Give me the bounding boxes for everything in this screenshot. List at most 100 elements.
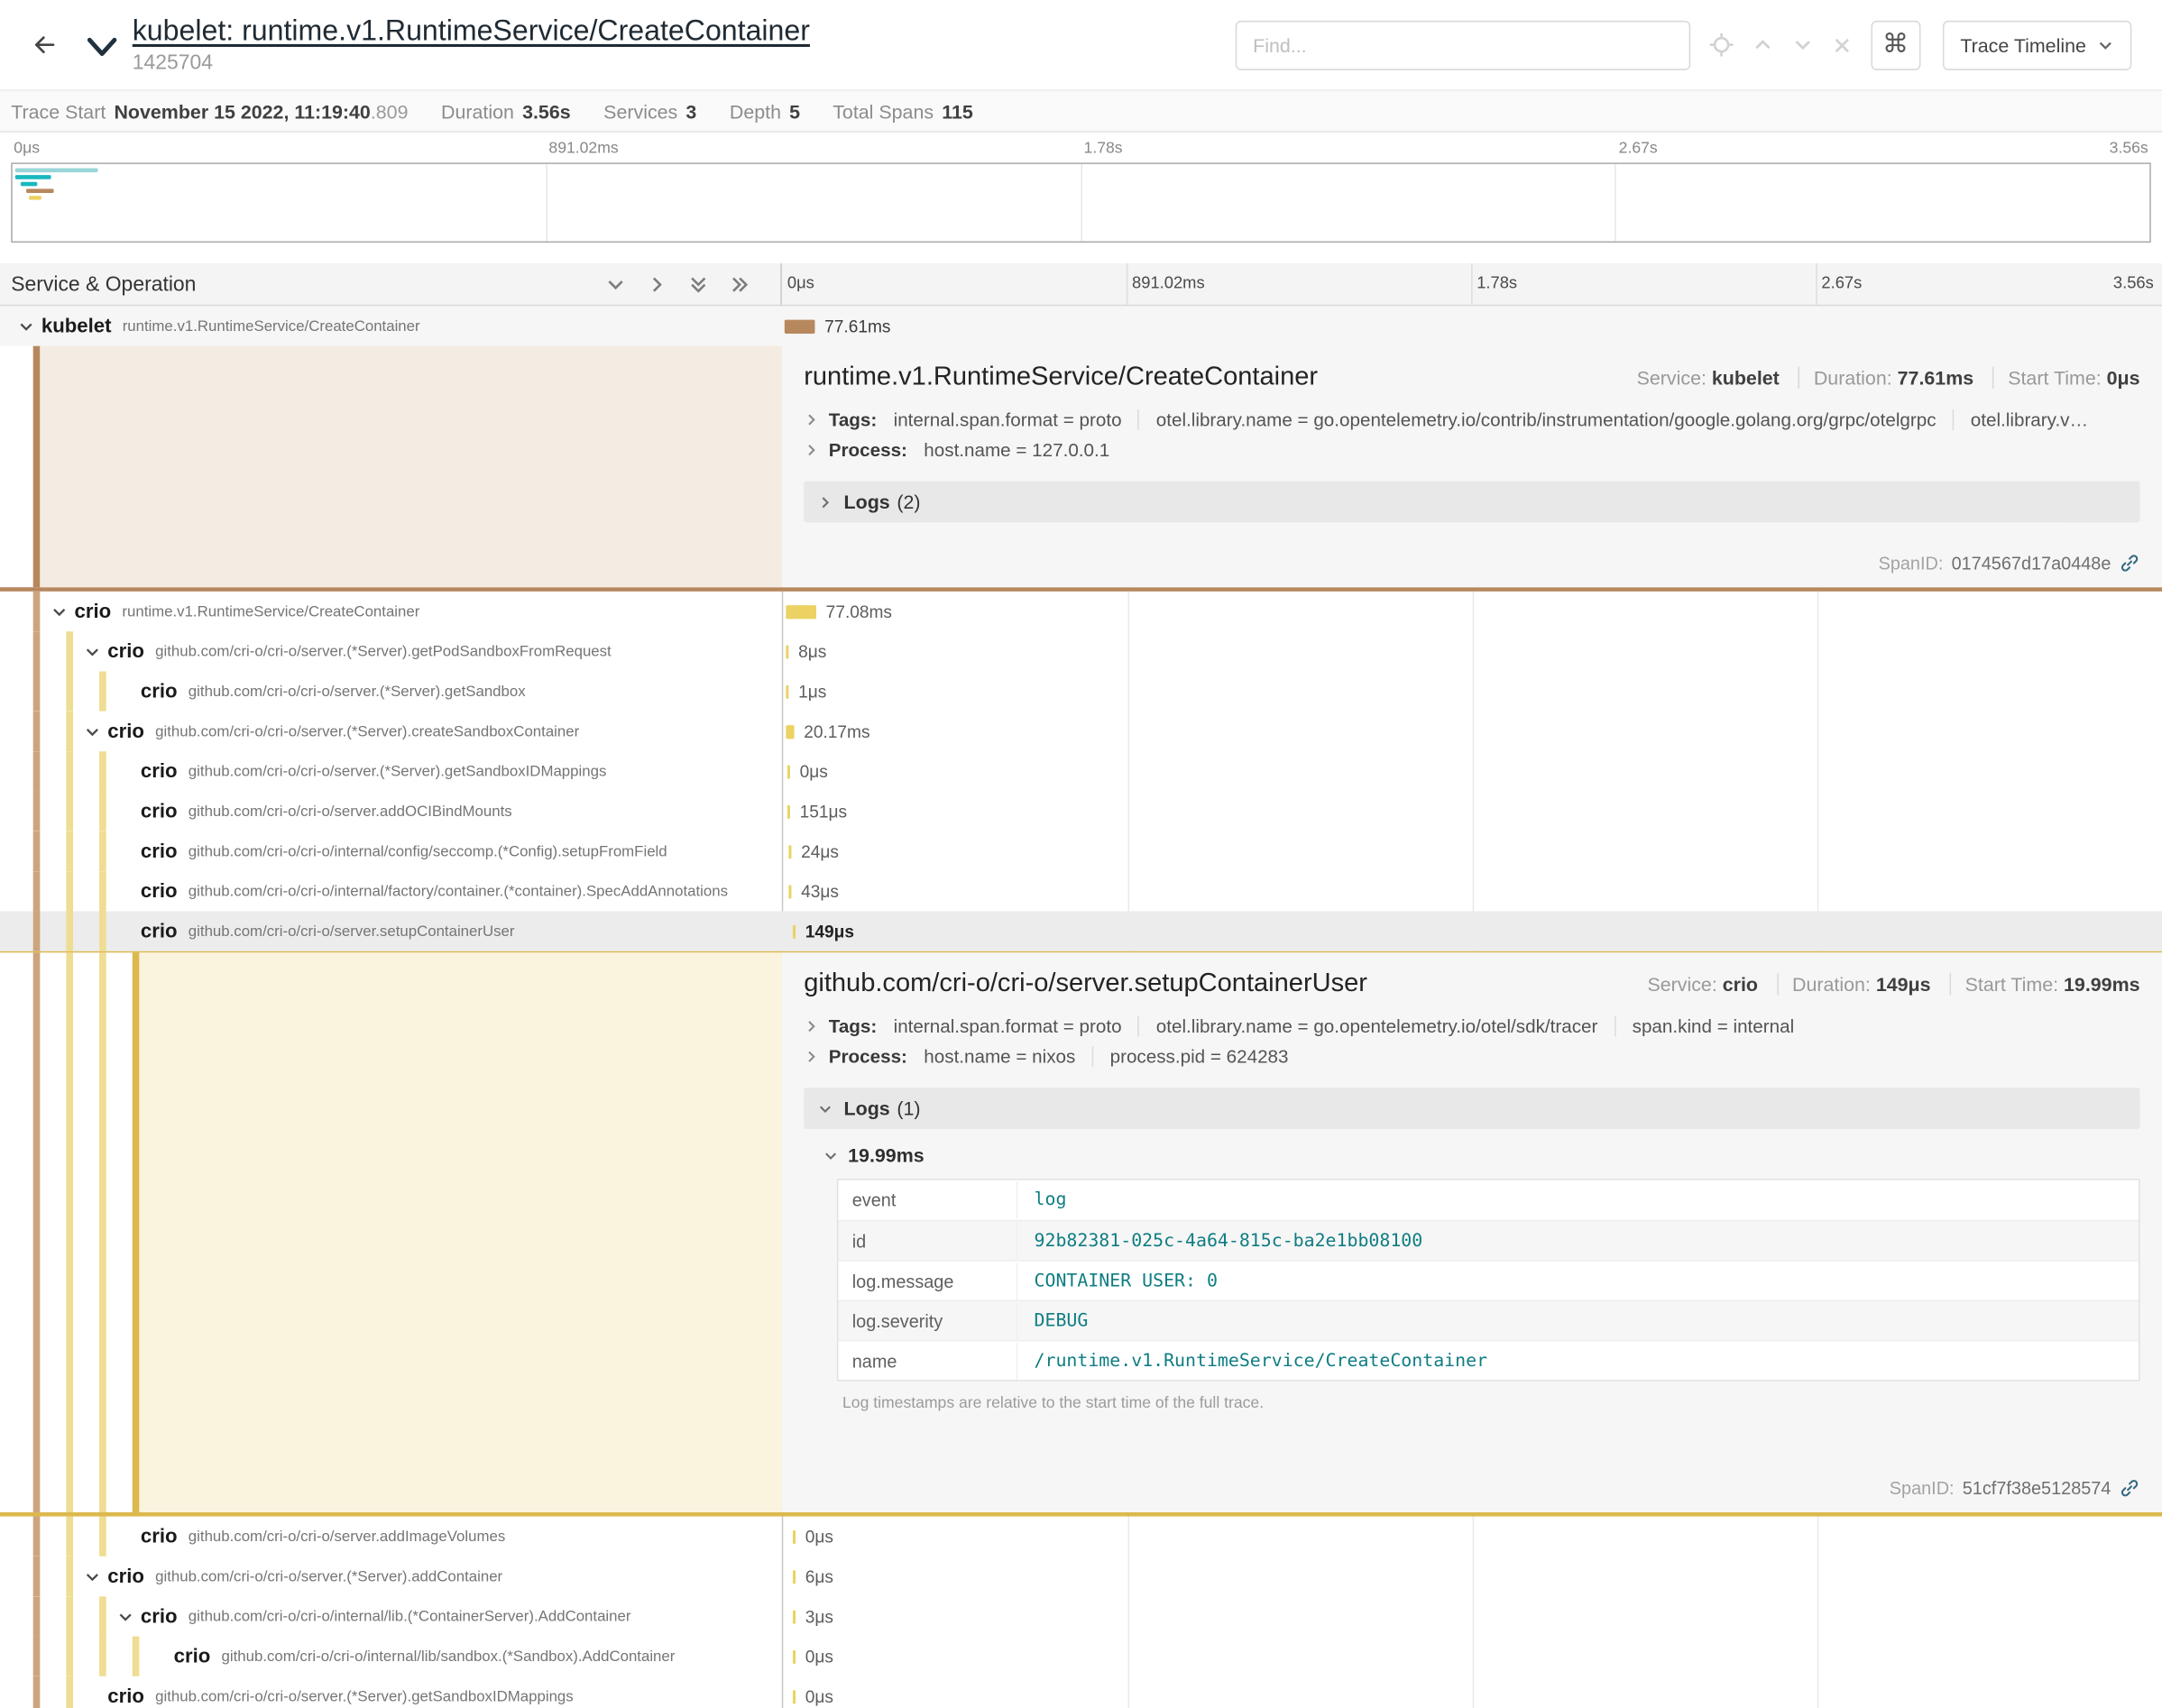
- span-operation: github.com/cri-o/cri-o/internal/config/s…: [189, 843, 667, 859]
- span-duration-label: 0μs: [805, 1527, 833, 1546]
- collapse-all-icon[interactable]: [688, 273, 709, 294]
- trace-minimap: 0μs 891.02ms 1.78s 2.67s 3.56s: [0, 133, 2162, 243]
- span-duration-bar[interactable]: [793, 1529, 796, 1543]
- trace-id: 1425704: [133, 51, 810, 75]
- span-duration-bar[interactable]: [793, 924, 796, 938]
- span-duration-bar[interactable]: [788, 844, 791, 858]
- log-field-row: log.severity DEBUG: [838, 1300, 2139, 1340]
- span-row[interactable]: crio github.com/cri-o/cri-o/server.addOC…: [0, 791, 2162, 831]
- span-row[interactable]: crio github.com/cri-o/cri-o/server.setup…: [0, 911, 2162, 950]
- chevron-right-icon: [804, 443, 819, 458]
- trace-collapse-chevron-icon[interactable]: [86, 36, 119, 60]
- span-rows: kubelet runtime.v1.RuntimeService/Create…: [0, 306, 2162, 1708]
- span-duration-label: 77.08ms: [826, 601, 892, 620]
- span-row[interactable]: crio github.com/cri-o/cri-o/server.(*Ser…: [0, 712, 2162, 751]
- trace-total-spans: Total Spans115: [833, 101, 973, 123]
- tags-row[interactable]: Tags: internal.span.format = proto otel.…: [804, 1016, 2139, 1037]
- span-service: crio: [174, 1645, 211, 1667]
- log-timestamp-toggle[interactable]: 19.99ms: [823, 1137, 2140, 1173]
- minimap-span-bar: [15, 175, 51, 179]
- span-duration-bar[interactable]: [793, 1610, 796, 1623]
- chevron-down-icon[interactable]: [47, 603, 72, 620]
- span-duration-label: 43μs: [801, 882, 839, 901]
- span-duration-bar[interactable]: [787, 804, 790, 818]
- prev-match-icon[interactable]: [1753, 34, 1773, 55]
- span-duration-bar[interactable]: [787, 765, 790, 778]
- span-row[interactable]: crio github.com/cri-o/cri-o/server.(*Ser…: [0, 1676, 2162, 1708]
- log-entry: 19.99ms event log id 92b82381-025c-4a64-…: [823, 1137, 2140, 1411]
- span-name-cell: crio github.com/cri-o/cri-o/internal/lib…: [0, 1637, 782, 1676]
- deep-link-icon[interactable]: [2120, 1478, 2140, 1499]
- span-duration-bar[interactable]: [788, 885, 791, 898]
- minimap-canvas[interactable]: [11, 162, 2151, 243]
- span-duration-bar[interactable]: [793, 1649, 796, 1663]
- span-duration-bar[interactable]: [786, 684, 788, 698]
- back-button[interactable]: [19, 20, 69, 69]
- chevron-down-icon[interactable]: [80, 1568, 106, 1584]
- find-controls: [1709, 33, 1851, 57]
- span-duration-bar[interactable]: [786, 645, 788, 658]
- timeline-header: 0μs 891.02ms 1.78s 2.67s 3.56s: [782, 263, 2162, 305]
- chevron-down-icon[interactable]: [113, 1608, 138, 1624]
- span-duration-bar[interactable]: [785, 319, 815, 333]
- span-row[interactable]: crio github.com/cri-o/cri-o/server.(*Ser…: [0, 751, 2162, 791]
- trace-view-dropdown[interactable]: Trace Timeline: [1942, 20, 2131, 69]
- span-row[interactable]: crio github.com/cri-o/cri-o/server.(*Ser…: [0, 671, 2162, 711]
- span-timeline-cell: 151μs: [782, 791, 2162, 831]
- span-name-cell: crio github.com/cri-o/cri-o/server.(*Ser…: [0, 1556, 782, 1596]
- span-service: crio: [141, 680, 178, 702]
- log-fields-table: event log id 92b82381-025c-4a64-815c-ba2…: [837, 1179, 2140, 1382]
- log-field-row: log.message CONTAINER USER: 0: [838, 1260, 2139, 1299]
- span-row[interactable]: crio github.com/cri-o/cri-o/internal/lib…: [0, 1637, 2162, 1676]
- span-duration-bar[interactable]: [793, 1569, 796, 1583]
- span-row[interactable]: crio github.com/cri-o/cri-o/internal/fac…: [0, 871, 2162, 911]
- process-row[interactable]: Process: host.name = 127.0.0.1: [804, 440, 2139, 461]
- next-match-icon[interactable]: [1792, 34, 1813, 55]
- log-field-row: id 92b82381-025c-4a64-815c-ba2e1bb08100: [838, 1220, 2139, 1260]
- find-input[interactable]: [1235, 20, 1689, 69]
- span-row[interactable]: crio runtime.v1.RuntimeService/CreateCon…: [0, 592, 2162, 631]
- span-detail-kubelet: runtime.v1.RuntimeService/CreateContaine…: [0, 346, 2162, 592]
- chevron-right-icon: [804, 1019, 819, 1034]
- span-name-cell: crio github.com/cri-o/cri-o/server.(*Ser…: [0, 631, 782, 671]
- expand-collapse-controls: [605, 273, 750, 294]
- span-timeline-cell: 24μs: [782, 831, 2162, 871]
- span-name-cell: crio github.com/cri-o/cri-o/server.(*Ser…: [0, 671, 782, 711]
- deep-link-icon[interactable]: [2120, 553, 2140, 574]
- chevron-down-icon[interactable]: [80, 723, 106, 739]
- trace-depth: Depth5: [730, 101, 800, 123]
- locate-match-icon[interactable]: [1709, 33, 1733, 57]
- span-duration-bar[interactable]: [786, 604, 816, 618]
- span-detail-content: runtime.v1.RuntimeService/CreateContaine…: [782, 346, 2162, 588]
- span-duration-label: 0μs: [805, 1647, 833, 1666]
- tags-row[interactable]: Tags: internal.span.format = proto otel.…: [804, 409, 2139, 430]
- span-operation: github.com/cri-o/cri-o/server.addImageVo…: [189, 1529, 505, 1545]
- keyboard-shortcuts-button[interactable]: ⌘: [1871, 20, 1920, 69]
- span-row[interactable]: crio github.com/cri-o/cri-o/server.(*Ser…: [0, 631, 2162, 671]
- logs-toggle[interactable]: Logs (1): [804, 1088, 2139, 1129]
- clear-search-icon[interactable]: [1832, 35, 1851, 54]
- collapse-one-icon[interactable]: [605, 273, 626, 294]
- span-row[interactable]: crio github.com/cri-o/cri-o/server.(*Ser…: [0, 1556, 2162, 1596]
- span-timeline-cell: 8μs: [782, 631, 2162, 671]
- span-duration-bar[interactable]: [793, 1689, 796, 1703]
- process-row[interactable]: Process: host.name = nixos process.pid =…: [804, 1046, 2139, 1067]
- chevron-down-icon[interactable]: [80, 643, 106, 659]
- expand-all-icon[interactable]: [730, 273, 750, 294]
- span-row[interactable]: crio github.com/cri-o/cri-o/internal/lib…: [0, 1596, 2162, 1636]
- span-detail-title: runtime.v1.RuntimeService/CreateContaine…: [804, 363, 1636, 393]
- expand-one-icon[interactable]: [647, 273, 667, 294]
- chevron-down-icon[interactable]: [14, 317, 39, 334]
- logs-toggle[interactable]: Logs (2): [804, 482, 2139, 523]
- span-row[interactable]: crio github.com/cri-o/cri-o/server.addIm…: [0, 1517, 2162, 1556]
- span-operation: runtime.v1.RuntimeService/CreateContaine…: [122, 603, 419, 620]
- span-row[interactable]: crio github.com/cri-o/cri-o/internal/con…: [0, 831, 2162, 871]
- span-duration-bar[interactable]: [786, 724, 794, 738]
- span-duration-label: 151μs: [800, 802, 847, 821]
- trace-title-link[interactable]: kubelet: runtime.v1.RuntimeService/Creat…: [133, 15, 810, 49]
- span-row[interactable]: kubelet runtime.v1.RuntimeService/Create…: [0, 306, 2162, 345]
- span-name-cell: crio github.com/cri-o/cri-o/server.addOC…: [0, 791, 782, 831]
- span-operation: github.com/cri-o/cri-o/internal/lib/sand…: [221, 1648, 675, 1665]
- span-timeline-cell: 0μs: [782, 1676, 2162, 1708]
- log-note: Log timestamps are relative to the start…: [842, 1395, 2139, 1411]
